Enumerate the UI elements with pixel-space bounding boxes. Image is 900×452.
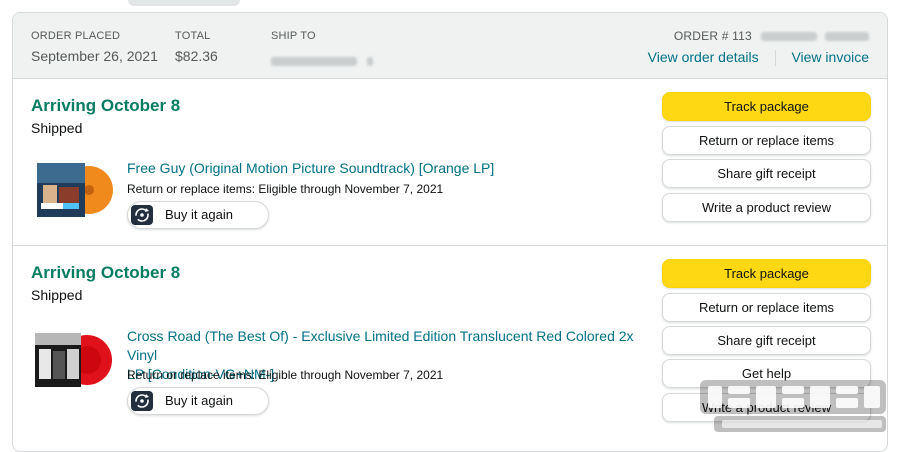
order-card: ORDER PLACED September 26, 2021 TOTAL $8… — [12, 12, 888, 452]
buy-it-again-label: Buy it again — [165, 207, 233, 222]
buy-it-again-button[interactable]: Buy it again — [127, 201, 269, 229]
shipment-1: Arriving October 8 Shipped Free Guy (Ori… — [13, 79, 887, 246]
total-value: $82.36 — [175, 48, 218, 64]
link-divider — [774, 50, 776, 67]
ship-to-block: SHIP TO — [271, 29, 373, 70]
get-help-button[interactable]: Get help — [662, 359, 871, 388]
view-order-details-link[interactable]: View order details — [648, 49, 759, 65]
buy-again-cycle-icon — [131, 391, 153, 411]
order-placed-value: September 26, 2021 — [31, 48, 158, 64]
order-number-block: ORDER # 113 View order details View invo… — [648, 29, 869, 67]
top-tab-edge — [128, 0, 240, 6]
return-replace-button[interactable]: Return or replace items — [662, 293, 871, 322]
share-gift-receipt-button[interactable]: Share gift receipt — [662, 159, 871, 188]
order-number-redacted — [761, 32, 818, 42]
shipment-status: Shipped — [31, 287, 83, 303]
arriving-date: Arriving October 8 — [31, 263, 181, 282]
total-block: TOTAL $82.36 — [175, 29, 218, 66]
buy-it-again-label: Buy it again — [165, 393, 233, 408]
write-review-button[interactable]: Write a product review — [662, 393, 871, 422]
product-image-free-guy[interactable] — [33, 159, 113, 221]
order-header: ORDER PLACED September 26, 2021 TOTAL $8… — [13, 13, 887, 79]
track-package-button[interactable]: Track package — [662, 92, 871, 121]
order-number-redacted-2 — [825, 32, 869, 42]
order-placed-block: ORDER PLACED September 26, 2021 — [31, 29, 158, 66]
shipment-2: Arriving October 8 Shipped Cross Road (T… — [13, 246, 887, 451]
total-label: TOTAL — [175, 30, 211, 42]
order-links: View order details View invoice — [648, 47, 869, 67]
product-image-cross-road[interactable] — [33, 329, 113, 391]
view-invoice-link[interactable]: View invoice — [791, 49, 869, 65]
ship-to-label: SHIP TO — [271, 30, 316, 42]
return-replace-button[interactable]: Return or replace items — [662, 126, 871, 155]
return-eligibility: Return or replace items: Eligible throug… — [127, 368, 444, 382]
track-package-button[interactable]: Track package — [662, 259, 871, 288]
product-title-link[interactable]: Free Guy (Original Motion Picture Soundt… — [127, 159, 647, 178]
return-eligibility: Return or replace items: Eligible throug… — [127, 182, 444, 196]
share-gift-receipt-button[interactable]: Share gift receipt — [662, 326, 871, 355]
shipment-status: Shipped — [31, 120, 83, 136]
arriving-date: Arriving October 8 — [31, 96, 181, 115]
product-title-line-1: Cross Road (The Best Of) - Exclusive Lim… — [127, 328, 634, 363]
order-number-label: ORDER # 113 — [673, 29, 752, 43]
order-number: ORDER # 113 — [648, 29, 869, 43]
write-review-button[interactable]: Write a product review — [662, 193, 871, 222]
order-placed-label: ORDER PLACED — [31, 30, 121, 42]
buy-again-cycle-icon — [131, 205, 153, 225]
buy-it-again-button[interactable]: Buy it again — [127, 387, 269, 415]
ship-to-name-redacted[interactable] — [271, 50, 373, 70]
